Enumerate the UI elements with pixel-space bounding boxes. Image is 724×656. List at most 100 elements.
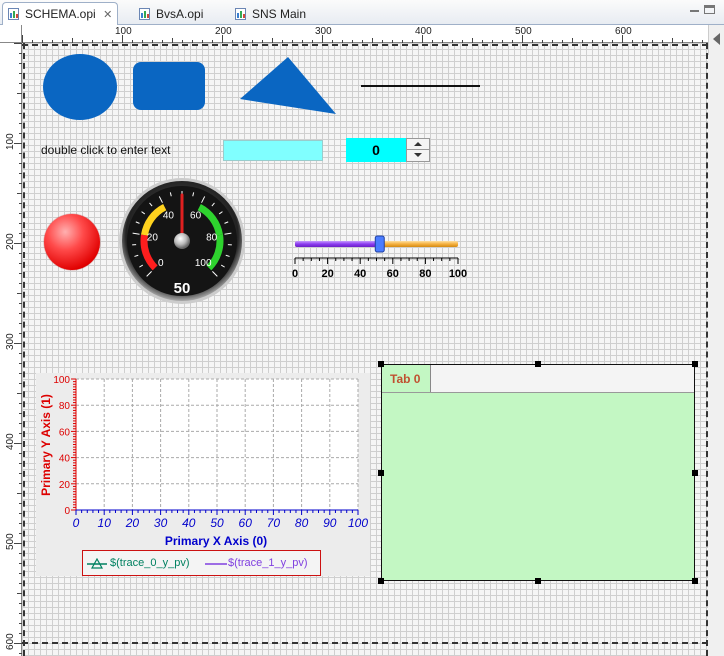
legend-trace-1: $(trace_1_y_pv) [228,557,308,569]
slider-tick-label: 80 [419,268,431,280]
resize-handle-w[interactable] [378,470,384,476]
x-tick-label: 10 [98,516,112,530]
vertical-ruler: 100 200 300 400 500 600 [0,43,22,656]
resize-handle-sw[interactable] [378,578,384,584]
gauge-readout: 50 [174,280,191,297]
tab-0[interactable]: Tab 0 [382,365,431,393]
opi-file-icon [138,7,152,21]
gauge-tick-label: 40 [163,210,175,221]
canvas-border-left [23,43,25,656]
xy-graph-canvas: 0 10 20 30 40 50 60 70 80 90 100 0 20 40 60 80 100 Prim… [39,375,368,548]
tab-label: SNS Main [252,6,307,21]
resize-handle-s[interactable] [535,578,541,584]
canvas-border-top [22,44,708,46]
text-input-widget[interactable] [223,140,323,161]
y-tick-label: 100 [53,375,70,386]
resize-handle-e[interactable] [692,470,698,476]
spinner-widget[interactable]: 0 [346,138,430,162]
minimize-icon[interactable] [690,10,699,12]
ruler-label: 500 [515,26,532,37]
trace-0-marker-icon [87,558,107,569]
ruler-label: 400 [415,26,432,37]
text-label-widget[interactable]: double click to enter text [41,143,170,157]
editor-tab-bar: SCHEMA.opi ✕ BvsA.opi SNS Main [0,0,724,25]
close-icon[interactable]: ✕ [102,8,114,21]
resize-handle-ne[interactable] [692,361,698,367]
resize-handle-nw[interactable] [378,361,384,367]
x-tick-label: 80 [295,516,309,530]
gauge-tick-label: 0 [158,258,164,269]
gauge-widget[interactable]: 0 20 40 60 80 100 50 [118,177,246,305]
ruler-label: 600 [615,26,632,37]
canvas-border-bottom [22,642,708,644]
slider-fill [295,241,380,247]
x-tick-label: 70 [267,516,281,530]
y-tick-label: 40 [59,454,71,465]
tab-label: BvsA.opi [156,6,204,21]
ruler-label: 300 [5,333,16,350]
spinner-down-button[interactable] [407,150,429,161]
maximize-icon[interactable] [704,5,715,14]
xy-graph-widget[interactable]: 0 10 20 30 40 50 60 70 80 90 100 0 20 40 60 80 100 Prim… [36,373,370,576]
canvas-border-right [706,43,708,656]
opi-editor-window: SCHEMA.opi ✕ BvsA.opi SNS Main 100 200 3… [0,0,724,656]
trace-1-line-icon [205,563,227,565]
ruler-label: 400 [5,433,16,450]
rounded-rectangle-widget[interactable] [133,62,205,110]
resize-handle-n[interactable] [535,361,541,367]
tabbed-container-widget[interactable]: Tab 0 [378,361,698,584]
y-tick-label: 80 [59,401,71,412]
x-tick-label: 60 [239,516,253,530]
x-tick-label: 90 [323,516,337,530]
arrow-down-icon [414,153,422,157]
ruler-label: 100 [5,133,16,150]
slider-tick-label: 60 [387,268,399,280]
ruler-label: 100 [115,26,132,37]
gauge-tick-label: 80 [206,232,218,243]
slider-tick-label: 20 [321,268,333,280]
slider-widget[interactable]: 0 20 40 60 80 100 [288,233,478,285]
x-tick-label: 50 [210,516,224,530]
ruler-label: 200 [215,26,232,37]
y-tick-label: 60 [59,427,71,438]
ruler-label: 200 [5,233,16,250]
slider-tick-label: 0 [292,268,298,280]
spinner-up-button[interactable] [407,139,429,150]
resize-handle-se[interactable] [692,578,698,584]
ruler-corner [0,25,22,43]
spinner-buttons [406,138,430,162]
tab-bvsa-opi[interactable]: BvsA.opi [134,2,224,25]
scroll-left-arrow[interactable] [708,25,724,55]
x-axis-title: Primary X Axis (0) [165,534,267,548]
tab-sns-main[interactable]: SNS Main [230,2,340,25]
spinner-value[interactable]: 0 [346,138,406,162]
y-tick-label: 0 [64,506,70,517]
legend-trace-0: $(trace_0_y_pv) [110,557,190,569]
window-controls [688,5,718,19]
tab-0-body [382,392,694,580]
y-axis-title: Primary Y Axis (1) [39,394,53,496]
x-tick-label: 30 [154,516,168,530]
tab-label: SCHEMA.opi [25,7,96,21]
ellipse-widget[interactable] [43,54,117,120]
polyline-widget[interactable] [361,85,480,87]
gauge-tick-label: 100 [195,258,212,269]
ruler-label: 500 [5,533,16,550]
opi-canvas[interactable]: double click to enter text 0 0 20 40 60 … [22,43,708,656]
triangle-widget[interactable] [240,57,338,117]
slider-tick-label: 100 [449,268,467,280]
horizontal-ruler: 100 200 300 400 500 600 [22,25,708,43]
x-tick-label: 0 [73,516,80,530]
graph-legend: $(trace_0_y_pv) $(trace_1_y_pv) [82,550,321,576]
ruler-label: 600 [5,633,16,650]
tab-schema-opi[interactable]: SCHEMA.opi ✕ [2,2,118,25]
y-tick-label: 20 [59,480,71,491]
led-widget[interactable] [44,214,100,270]
ruler-label: 300 [315,26,332,37]
x-tick-label: 40 [182,516,196,530]
slider-thumb[interactable] [374,235,385,253]
opi-file-icon [234,7,248,21]
gauge-tick-label: 60 [190,210,202,221]
opi-file-icon [7,7,21,21]
x-tick-label: 100 [348,516,368,530]
